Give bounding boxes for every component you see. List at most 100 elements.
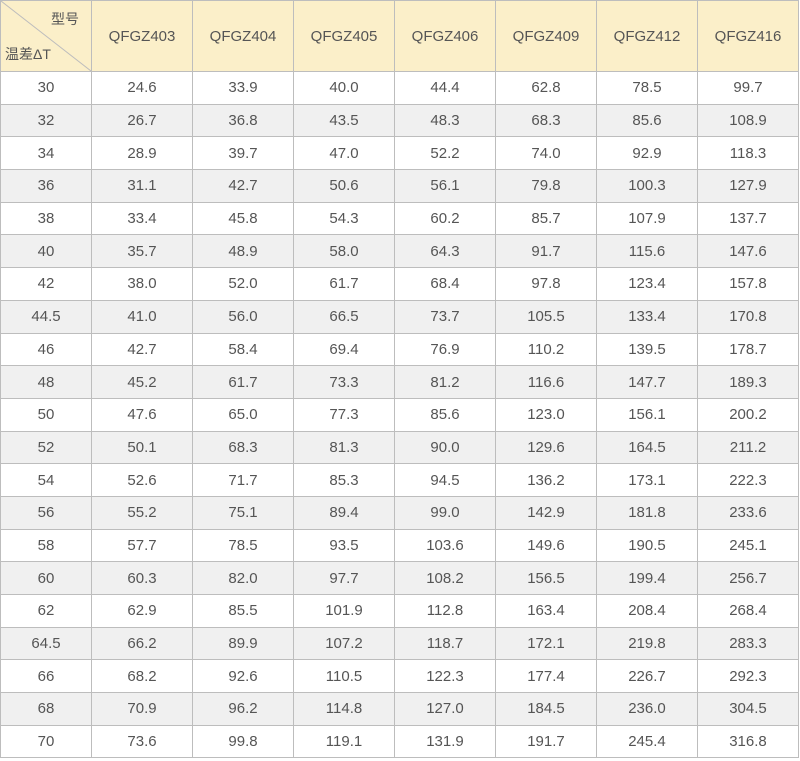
model-header: QFGZ412	[596, 0, 698, 72]
value-cell: 208.4	[596, 594, 698, 628]
temperature-difference-cell: 50	[0, 397, 92, 432]
table-row: 62 62.9 85.5 101.9 112.8 163.4 208.4 268.4	[0, 594, 799, 628]
table-row: 66 68.2 92.6 110.5 122.3 177.4 226.7 292.3	[0, 659, 799, 694]
value-cell: 184.5	[495, 692, 597, 726]
value-cell: 42.7	[91, 332, 193, 367]
table-row: 32 26.7 36.8 43.5 48.3 68.3 85.6 108.9	[0, 103, 799, 138]
value-cell: 211.2	[697, 430, 799, 465]
value-cell: 222.3	[697, 463, 799, 497]
table-row: 60 60.3 82.0 97.7 108.2 156.5 199.4 256.7	[0, 561, 799, 595]
value-cell: 48.3	[394, 103, 496, 138]
value-cell: 73.7	[394, 299, 496, 334]
value-cell: 58.4	[192, 332, 294, 367]
value-cell: 127.9	[697, 169, 799, 203]
value-cell: 110.2	[495, 332, 597, 367]
temperature-difference-cell: 44.5	[0, 299, 92, 334]
value-cell: 119.1	[293, 724, 395, 759]
value-cell: 56.0	[192, 299, 294, 334]
value-cell: 77.3	[293, 397, 395, 432]
value-cell: 45.2	[91, 365, 193, 399]
corner-header-cell: 型号 温差ΔT	[0, 0, 92, 72]
table-row: 34 28.9 39.7 47.0 52.2 74.0 92.9 118.3	[0, 136, 799, 171]
value-cell: 268.4	[697, 594, 799, 628]
temperature-difference-label: 温差ΔT	[5, 46, 51, 62]
value-cell: 85.3	[293, 463, 395, 497]
value-cell: 101.9	[293, 594, 395, 628]
table-row: 46 42.7 58.4 69.4 76.9 110.2 139.5 178.7	[0, 332, 799, 367]
value-cell: 52.2	[394, 136, 496, 171]
value-cell: 123.4	[596, 267, 698, 301]
value-cell: 65.0	[192, 397, 294, 432]
table-row: 36 31.1 42.7 50.6 56.1 79.8 100.3 127.9	[0, 169, 799, 203]
value-cell: 73.6	[91, 724, 193, 759]
value-cell: 233.6	[697, 495, 799, 530]
temperature-difference-cell: 30	[0, 71, 92, 105]
value-cell: 70.9	[91, 692, 193, 726]
value-cell: 24.6	[91, 71, 193, 105]
value-cell: 189.3	[697, 365, 799, 399]
value-cell: 66.2	[91, 626, 193, 661]
value-cell: 33.4	[91, 201, 193, 236]
value-cell: 89.4	[293, 495, 395, 530]
value-cell: 156.5	[495, 561, 597, 595]
value-cell: 68.2	[91, 659, 193, 694]
value-cell: 52.6	[91, 463, 193, 497]
value-cell: 69.4	[293, 332, 395, 367]
value-cell: 114.8	[293, 692, 395, 726]
value-cell: 79.8	[495, 169, 597, 203]
temperature-difference-cell: 58	[0, 528, 92, 563]
value-cell: 85.5	[192, 594, 294, 628]
value-cell: 97.7	[293, 561, 395, 595]
value-cell: 164.5	[596, 430, 698, 465]
value-cell: 200.2	[697, 397, 799, 432]
value-cell: 107.2	[293, 626, 395, 661]
value-cell: 75.1	[192, 495, 294, 530]
value-cell: 56.1	[394, 169, 496, 203]
value-cell: 181.8	[596, 495, 698, 530]
value-cell: 39.7	[192, 136, 294, 171]
value-cell: 76.9	[394, 332, 496, 367]
temperature-difference-cell: 42	[0, 267, 92, 301]
value-cell: 47.0	[293, 136, 395, 171]
value-cell: 112.8	[394, 594, 496, 628]
value-cell: 94.5	[394, 463, 496, 497]
value-cell: 50.1	[91, 430, 193, 465]
value-cell: 68.3	[495, 103, 597, 138]
value-cell: 118.3	[697, 136, 799, 171]
value-cell: 136.2	[495, 463, 597, 497]
value-cell: 133.4	[596, 299, 698, 334]
value-cell: 78.5	[192, 528, 294, 563]
value-cell: 41.0	[91, 299, 193, 334]
table-row: 64.5 66.2 89.9 107.2 118.7 172.1 219.8 283.3	[0, 626, 799, 661]
value-cell: 142.9	[495, 495, 597, 530]
table-row: 48 45.2 61.7 73.3 81.2 116.6 147.7 189.3	[0, 365, 799, 399]
value-cell: 85.7	[495, 201, 597, 236]
table-row: 30 24.6 33.9 40.0 44.4 62.8 78.5 99.7	[0, 71, 799, 105]
value-cell: 68.3	[192, 430, 294, 465]
value-cell: 99.7	[697, 71, 799, 105]
table-header: 型号 温差ΔT QFGZ403 QFGZ404 QFGZ405 QFGZ406 …	[0, 0, 799, 72]
value-cell: 48.9	[192, 234, 294, 269]
value-cell: 52.0	[192, 267, 294, 301]
value-cell: 97.8	[495, 267, 597, 301]
model-header: QFGZ403	[91, 0, 193, 72]
value-cell: 110.5	[293, 659, 395, 694]
value-cell: 236.0	[596, 692, 698, 726]
temperature-difference-cell: 54	[0, 463, 92, 497]
value-cell: 190.5	[596, 528, 698, 563]
value-cell: 172.1	[495, 626, 597, 661]
value-cell: 55.2	[91, 495, 193, 530]
value-cell: 85.6	[394, 397, 496, 432]
value-cell: 68.4	[394, 267, 496, 301]
value-cell: 108.2	[394, 561, 496, 595]
value-cell: 191.7	[495, 724, 597, 759]
value-cell: 62.9	[91, 594, 193, 628]
value-cell: 226.7	[596, 659, 698, 694]
value-cell: 45.8	[192, 201, 294, 236]
value-cell: 82.0	[192, 561, 294, 595]
value-cell: 149.6	[495, 528, 597, 563]
value-cell: 92.9	[596, 136, 698, 171]
value-cell: 81.3	[293, 430, 395, 465]
value-cell: 304.5	[697, 692, 799, 726]
value-cell: 61.7	[293, 267, 395, 301]
